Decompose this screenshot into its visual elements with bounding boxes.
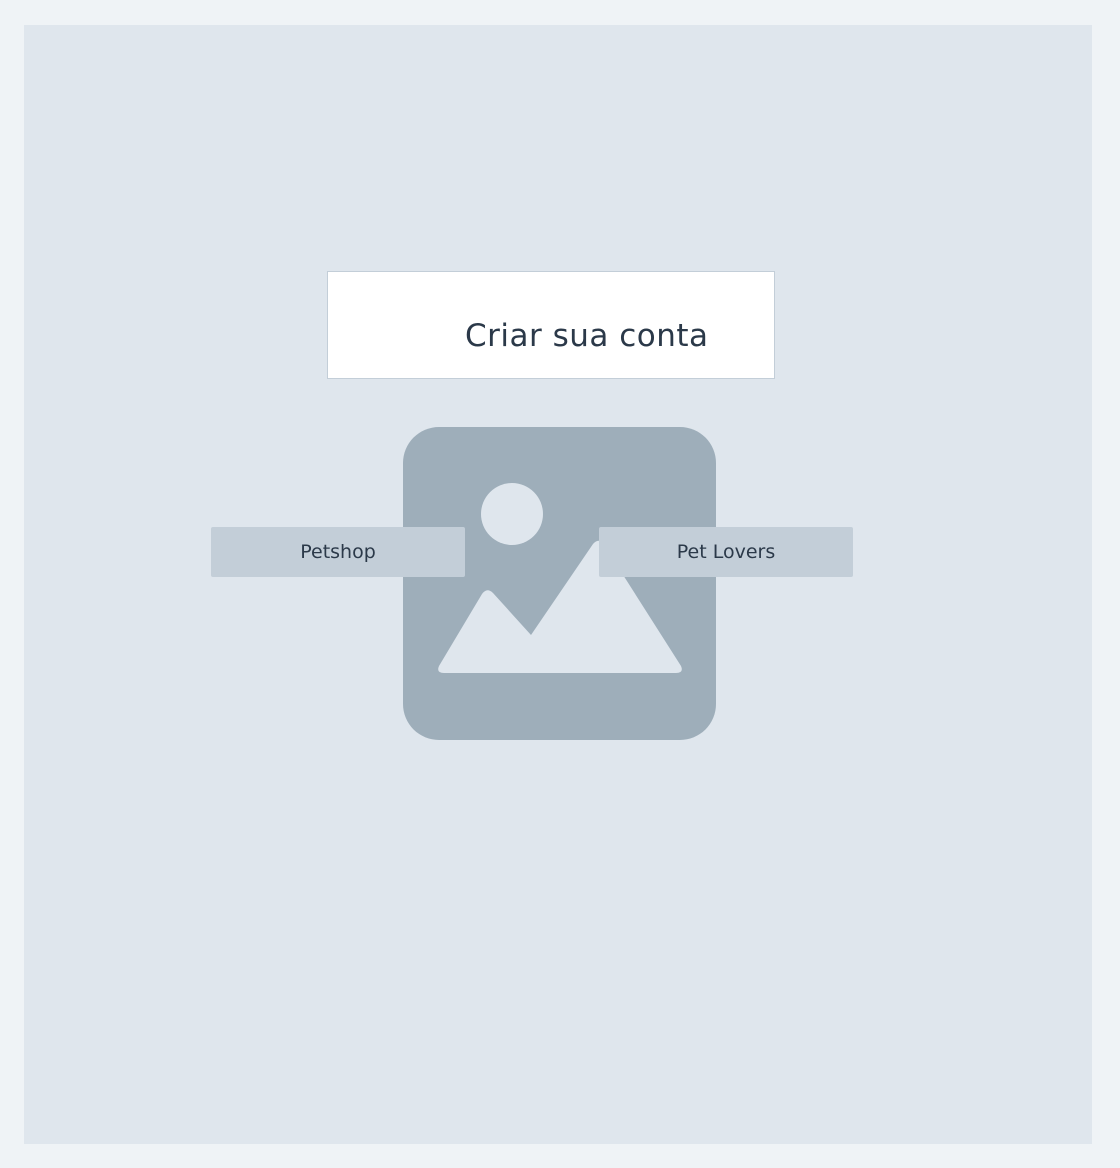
image-placeholder-icon (403, 427, 716, 740)
page-title: Criar sua conta (465, 318, 709, 354)
page-title-box: Criar sua conta (327, 271, 775, 379)
petshop-button[interactable]: Petshop (211, 527, 465, 577)
pet-lovers-button[interactable]: Pet Lovers (599, 527, 853, 577)
